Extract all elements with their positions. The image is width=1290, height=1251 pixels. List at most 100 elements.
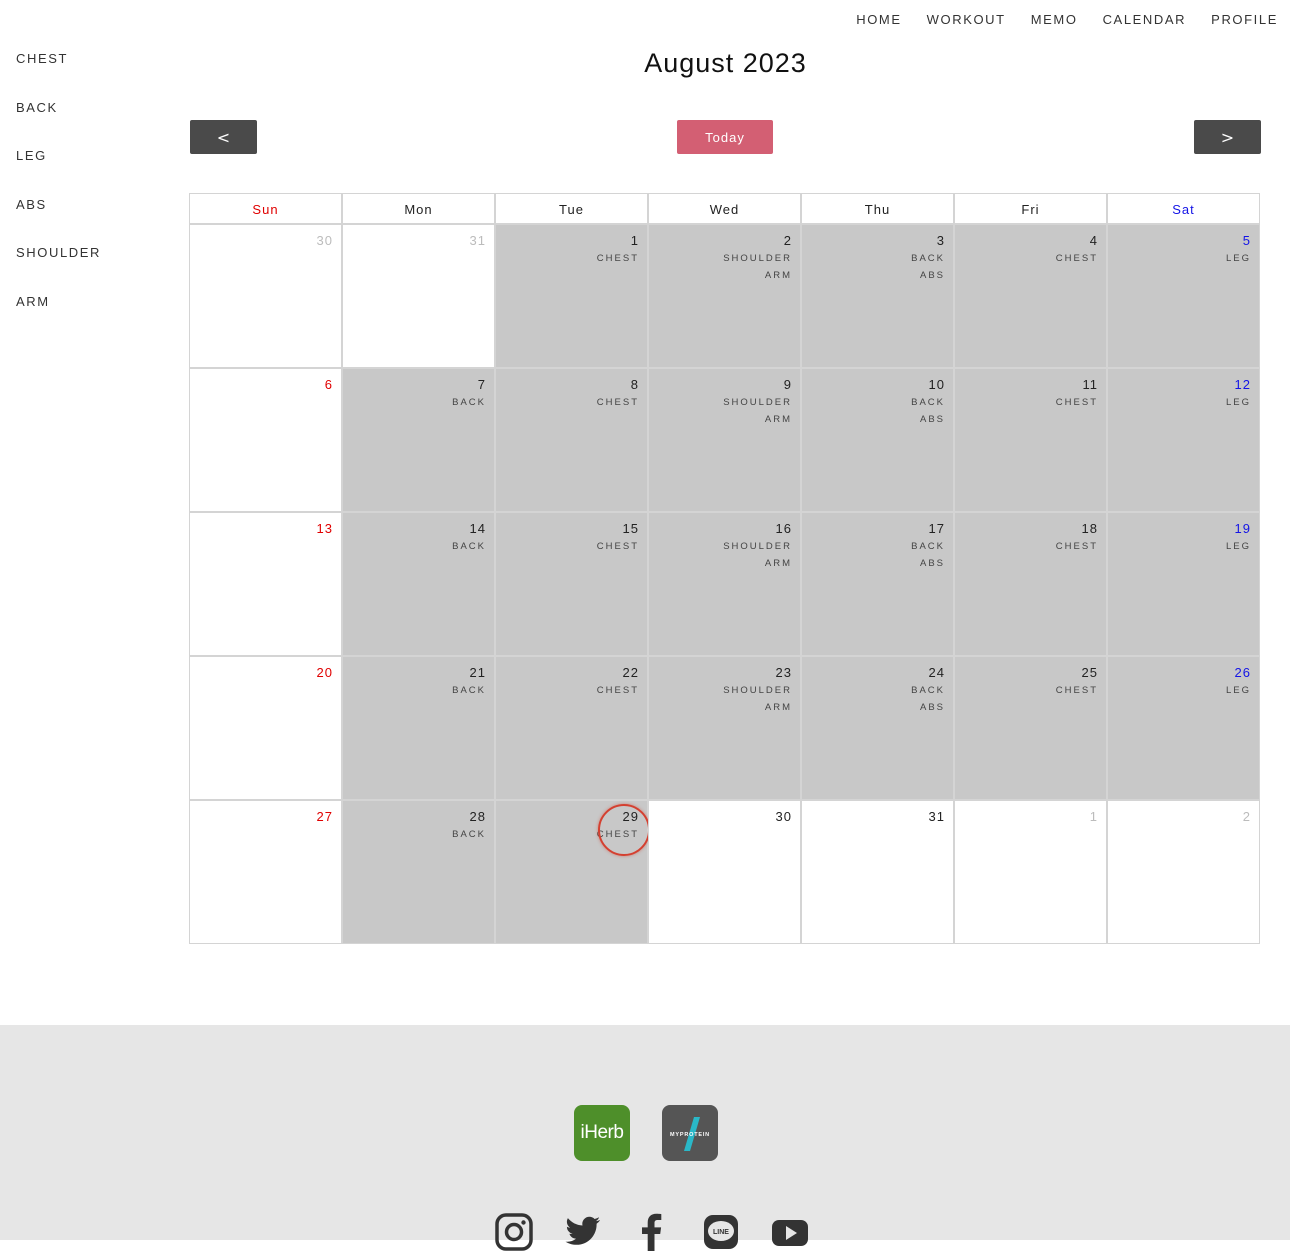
- day-number: 5: [1242, 233, 1251, 248]
- day-number: 25: [1081, 665, 1098, 680]
- weekday-header: Wed: [648, 193, 801, 224]
- calendar-day-cell[interactable]: 8 CHEST: [495, 368, 648, 512]
- nav-home[interactable]: HOME: [856, 12, 901, 27]
- calendar-day-cell[interactable]: 29 CHEST: [495, 800, 650, 944]
- workout-tag: ARM: [764, 702, 792, 713]
- workout-tag: BACK: [911, 541, 945, 552]
- workout-tag: CHEST: [596, 541, 639, 552]
- nav-calendar[interactable]: CALENDAR: [1103, 12, 1187, 27]
- workout-tag: CHEST: [1055, 253, 1098, 264]
- day-number: 2: [1242, 809, 1251, 824]
- facebook-icon[interactable]: [633, 1213, 671, 1251]
- day-number: 15: [622, 521, 639, 536]
- workout-tag: ARM: [764, 270, 792, 281]
- calendar-day-cell[interactable]: 7 BACK: [342, 368, 495, 512]
- day-number: 9: [783, 377, 792, 392]
- nav-profile[interactable]: PROFILE: [1211, 12, 1278, 27]
- calendar-day-cell[interactable]: 12 LEG: [1107, 368, 1260, 512]
- calendar-day-cell[interactable]: 15 CHEST: [495, 512, 648, 656]
- day-number: 30: [316, 233, 333, 248]
- calendar-day-cell[interactable]: 21 BACK: [342, 656, 495, 800]
- prev-month-button[interactable]: <: [190, 120, 257, 154]
- calendar-day-cell[interactable]: 2 SHOULDER ARM: [648, 224, 801, 368]
- today-button[interactable]: Today: [677, 120, 773, 154]
- day-number: 12: [1234, 377, 1251, 392]
- line-icon[interactable]: LINE: [702, 1213, 740, 1251]
- day-number: 24: [928, 665, 945, 680]
- calendar-day-cell[interactable]: 5 LEG: [1107, 224, 1260, 368]
- sidebar-item-shoulder[interactable]: SHOULDER: [16, 245, 101, 294]
- day-number: 3: [936, 233, 945, 248]
- day-number: 2: [783, 233, 792, 248]
- calendar-day-cell[interactable]: 9 SHOULDER ARM: [648, 368, 801, 512]
- day-number: 17: [928, 521, 945, 536]
- weekday-header: Sat: [1107, 193, 1260, 224]
- calendar-day-cell[interactable]: 16 SHOULDER ARM: [648, 512, 801, 656]
- workout-tag: SHOULDER: [723, 685, 792, 696]
- nav-workout[interactable]: WORKOUT: [927, 12, 1006, 27]
- calendar-day-cell[interactable]: 28 BACK: [342, 800, 495, 944]
- day-number: 6: [324, 377, 333, 392]
- calendar-day-cell[interactable]: 13: [189, 512, 342, 656]
- workout-tag: ABS: [919, 270, 945, 281]
- calendar-day-cell[interactable]: 18 CHEST: [954, 512, 1107, 656]
- calendar-day-cell[interactable]: 31: [801, 800, 954, 944]
- sidebar-item-arm[interactable]: ARM: [16, 294, 101, 343]
- workout-tag: CHEST: [596, 829, 639, 840]
- calendar-day-cell[interactable]: 22 CHEST: [495, 656, 648, 800]
- workout-tag: ARM: [764, 558, 792, 569]
- calendar-day-cell[interactable]: 3 BACK ABS: [801, 224, 954, 368]
- workout-tag: CHEST: [1055, 541, 1098, 552]
- nav-memo[interactable]: MEMO: [1031, 12, 1078, 27]
- weekday-header: Thu: [801, 193, 954, 224]
- calendar-day-cell[interactable]: 14 BACK: [342, 512, 495, 656]
- workout-tag: ABS: [919, 414, 945, 425]
- calendar-day-cell[interactable]: 4 CHEST: [954, 224, 1107, 368]
- twitter-icon[interactable]: [564, 1213, 602, 1251]
- calendar-day-cell[interactable]: 1: [954, 800, 1107, 944]
- iherb-logo[interactable]: iHerb: [574, 1105, 630, 1161]
- calendar-day-cell[interactable]: 30: [189, 224, 342, 368]
- weekday-header: Mon: [342, 193, 495, 224]
- calendar-day-cell[interactable]: 23 SHOULDER ARM: [648, 656, 801, 800]
- weekday-header: Tue: [495, 193, 648, 224]
- footer: iHerb MYPROTEIN LINE: [0, 1025, 1290, 1251]
- calendar-day-cell[interactable]: 17 BACK ABS: [801, 512, 954, 656]
- calendar-day-cell[interactable]: 27: [189, 800, 342, 944]
- calendar-day-cell[interactable]: 31: [342, 224, 495, 368]
- calendar-day-cell[interactable]: 20: [189, 656, 342, 800]
- calendar-day-cell[interactable]: 24 BACK ABS: [801, 656, 954, 800]
- calendar-day-cell[interactable]: 2: [1107, 800, 1260, 944]
- calendar-day-cell[interactable]: 30: [648, 800, 801, 944]
- sidebar-item-leg[interactable]: LEG: [16, 148, 101, 197]
- workout-tag: BACK: [911, 397, 945, 408]
- day-number: 31: [469, 233, 486, 248]
- day-number: 29: [622, 809, 639, 824]
- day-number: 14: [469, 521, 486, 536]
- instagram-icon[interactable]: [495, 1213, 533, 1251]
- sidebar-item-chest[interactable]: CHEST: [16, 51, 101, 100]
- calendar-day-cell[interactable]: 6: [189, 368, 342, 512]
- svg-text:LINE: LINE: [713, 1229, 729, 1236]
- youtube-icon[interactable]: [771, 1213, 809, 1251]
- calendar-day-cell[interactable]: 25 CHEST: [954, 656, 1107, 800]
- day-number: 7: [477, 377, 486, 392]
- myprotein-wordmark: MYPROTEIN: [670, 1132, 710, 1138]
- day-number: 20: [316, 665, 333, 680]
- myprotein-slash-icon: MYPROTEIN: [670, 1117, 710, 1151]
- next-month-button[interactable]: >: [1194, 120, 1261, 154]
- myprotein-logo[interactable]: MYPROTEIN: [662, 1105, 718, 1161]
- day-number: 1: [630, 233, 639, 248]
- calendar-day-cell[interactable]: 1 CHEST: [495, 224, 648, 368]
- day-number: 4: [1089, 233, 1098, 248]
- sidebar-item-back[interactable]: BACK: [16, 100, 101, 149]
- workout-tag: ABS: [919, 702, 945, 713]
- workout-tag: BACK: [452, 685, 486, 696]
- calendar-day-cell[interactable]: 10 BACK ABS: [801, 368, 954, 512]
- calendar-day-cell[interactable]: 11 CHEST: [954, 368, 1107, 512]
- sidebar-item-abs[interactable]: ABS: [16, 197, 101, 246]
- calendar-day-cell[interactable]: 26 LEG: [1107, 656, 1260, 800]
- calendar-day-cell[interactable]: 19 LEG: [1107, 512, 1260, 656]
- weekday-header: Sun: [189, 193, 342, 224]
- workout-tag: LEG: [1225, 253, 1251, 264]
